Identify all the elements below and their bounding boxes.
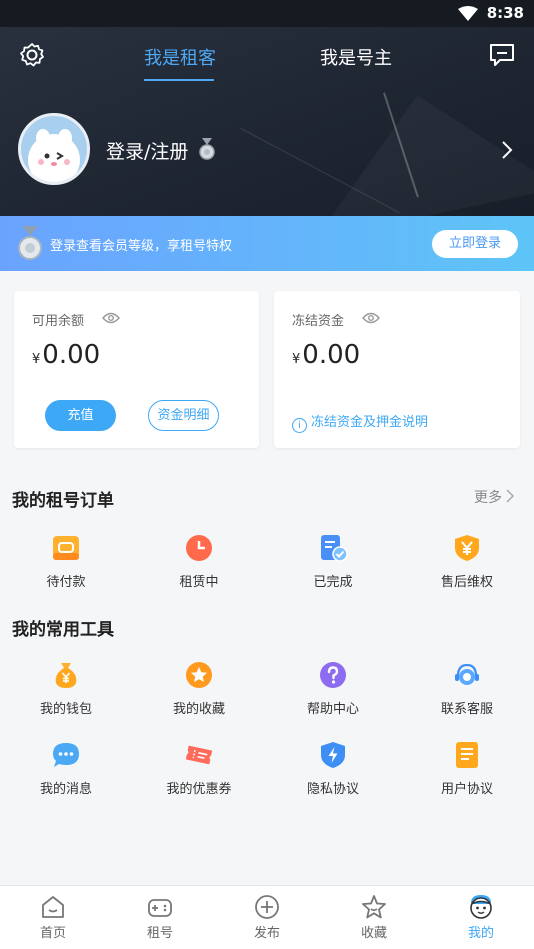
frozen-funds-amount: ¥0.00 bbox=[292, 340, 360, 370]
frozen-amount-value: 0.00 bbox=[302, 340, 361, 370]
tool-label: 联系客服 bbox=[440, 702, 493, 717]
tool-privacy-policy[interactable]: 隐私协议 bbox=[278, 740, 388, 797]
order-label: 租赁中 bbox=[179, 575, 219, 590]
frozen-funds-label: 冻结资金 bbox=[292, 314, 345, 329]
eye-icon[interactable] bbox=[362, 312, 380, 324]
order-label: 售后维权 bbox=[440, 575, 493, 590]
document-icon bbox=[456, 742, 478, 768]
more-label: 更多 bbox=[474, 490, 502, 506]
wallet-pending-icon bbox=[53, 536, 79, 560]
status-time: 8:38 bbox=[486, 4, 524, 22]
order-label: 已完成 bbox=[313, 575, 353, 590]
nav-label: 租号 bbox=[146, 926, 173, 941]
chevron-right-icon[interactable] bbox=[500, 139, 514, 161]
chat-bubble-icon bbox=[53, 743, 79, 767]
document-check-icon bbox=[321, 535, 348, 562]
nav-label: 收藏 bbox=[360, 926, 387, 941]
wifi-icon bbox=[458, 6, 478, 21]
header-decoration bbox=[290, 70, 534, 240]
tool-label: 我的消息 bbox=[39, 782, 92, 797]
login-now-button[interactable]: 立即登录 bbox=[432, 230, 518, 258]
money-bag-icon bbox=[55, 663, 77, 688]
question-icon bbox=[320, 662, 346, 688]
tool-favorites[interactable]: 我的收藏 bbox=[144, 660, 254, 717]
nav-favorites[interactable]: 收藏 bbox=[334, 894, 414, 941]
available-balance-card: 可用余额 ¥0.00 充值 资金明细 bbox=[14, 291, 259, 448]
coupon-icon bbox=[185, 745, 213, 765]
tab-owner[interactable]: 我是号主 bbox=[320, 44, 392, 70]
star-outline-icon bbox=[362, 895, 386, 919]
tool-label: 用户协议 bbox=[440, 782, 493, 797]
tab-renter[interactable]: 我是租客 bbox=[144, 44, 216, 70]
login-register-link[interactable]: 登录/注册 bbox=[106, 137, 188, 164]
tool-label: 我的收藏 bbox=[172, 702, 225, 717]
tool-messages[interactable]: 我的消息 bbox=[11, 740, 121, 797]
member-banner: 登录查看会员等级，享租号特权 立即登录 bbox=[0, 216, 534, 271]
orders-section-title: 我的租号订单 bbox=[12, 491, 114, 511]
nav-publish[interactable]: 发布 bbox=[227, 894, 307, 941]
tool-coupons[interactable]: 我的优惠券 bbox=[144, 740, 254, 797]
available-amount-value: 0.00 bbox=[42, 340, 101, 370]
info-icon: i bbox=[292, 418, 307, 433]
recharge-button[interactable]: 充值 bbox=[45, 400, 116, 431]
tool-label: 隐私协议 bbox=[306, 782, 359, 797]
nav-profile[interactable]: 我的 bbox=[441, 894, 521, 941]
nav-rent[interactable]: 租号 bbox=[120, 894, 200, 941]
medal-icon bbox=[18, 226, 42, 260]
available-balance-amount: ¥0.00 bbox=[32, 340, 100, 370]
tool-customer-service[interactable]: 联系客服 bbox=[412, 660, 522, 717]
nav-label: 首页 bbox=[39, 926, 66, 941]
tool-wallet[interactable]: 我的钱包 bbox=[11, 660, 121, 717]
avatar[interactable] bbox=[18, 113, 90, 185]
order-renting[interactable]: 租赁中 bbox=[144, 533, 254, 590]
available-balance-label: 可用余额 bbox=[32, 314, 85, 329]
tools-section-title: 我的常用工具 bbox=[12, 620, 114, 640]
medal-icon bbox=[199, 138, 215, 160]
settings-gear-icon[interactable] bbox=[18, 41, 46, 69]
currency-symbol: ¥ bbox=[292, 352, 301, 367]
profile-face-icon bbox=[470, 895, 492, 919]
order-after-sales[interactable]: 售后维权 bbox=[412, 533, 522, 590]
tool-label: 我的优惠券 bbox=[166, 782, 232, 797]
fund-detail-button[interactable]: 资金明细 bbox=[148, 400, 219, 431]
currency-symbol: ¥ bbox=[32, 352, 41, 367]
order-completed[interactable]: 已完成 bbox=[278, 533, 388, 590]
nav-label: 我的 bbox=[467, 926, 494, 941]
order-label: 待付款 bbox=[46, 575, 86, 590]
home-icon bbox=[42, 896, 64, 918]
clock-icon bbox=[186, 535, 212, 561]
tool-label: 帮助中心 bbox=[306, 702, 359, 717]
shield-yen-icon bbox=[455, 535, 479, 561]
star-icon bbox=[186, 662, 212, 688]
chevron-right-icon bbox=[506, 489, 515, 503]
bear-avatar-icon bbox=[28, 129, 80, 182]
nav-home[interactable]: 首页 bbox=[13, 894, 93, 941]
nav-label: 发布 bbox=[253, 926, 280, 941]
bottom-navigation: 首页 租号 发布 收藏 我的 bbox=[0, 885, 534, 949]
frozen-funds-info-link[interactable]: i 冻结资金及押金说明 bbox=[292, 411, 428, 433]
customer-service-icon bbox=[455, 663, 479, 685]
order-pending-payment[interactable]: 待付款 bbox=[11, 533, 121, 590]
more-orders-link[interactable]: 更多 bbox=[474, 487, 515, 507]
frozen-info-text: 冻结资金及押金说明 bbox=[311, 415, 429, 430]
eye-icon[interactable] bbox=[102, 312, 120, 324]
banner-text: 登录查看会员等级，享租号特权 bbox=[50, 239, 233, 254]
tool-user-agreement[interactable]: 用户协议 bbox=[412, 740, 522, 797]
tool-label: 我的钱包 bbox=[39, 702, 92, 717]
tool-help-center[interactable]: 帮助中心 bbox=[278, 660, 388, 717]
gamepad-icon bbox=[148, 899, 172, 917]
plus-circle-icon bbox=[255, 895, 279, 919]
message-icon[interactable] bbox=[488, 42, 516, 68]
shield-bolt-icon bbox=[321, 742, 345, 768]
active-tab-indicator bbox=[144, 79, 214, 81]
frozen-funds-card: 冻结资金 ¥0.00 i 冻结资金及押金说明 bbox=[274, 291, 520, 448]
status-bar: 8:38 bbox=[0, 0, 534, 27]
